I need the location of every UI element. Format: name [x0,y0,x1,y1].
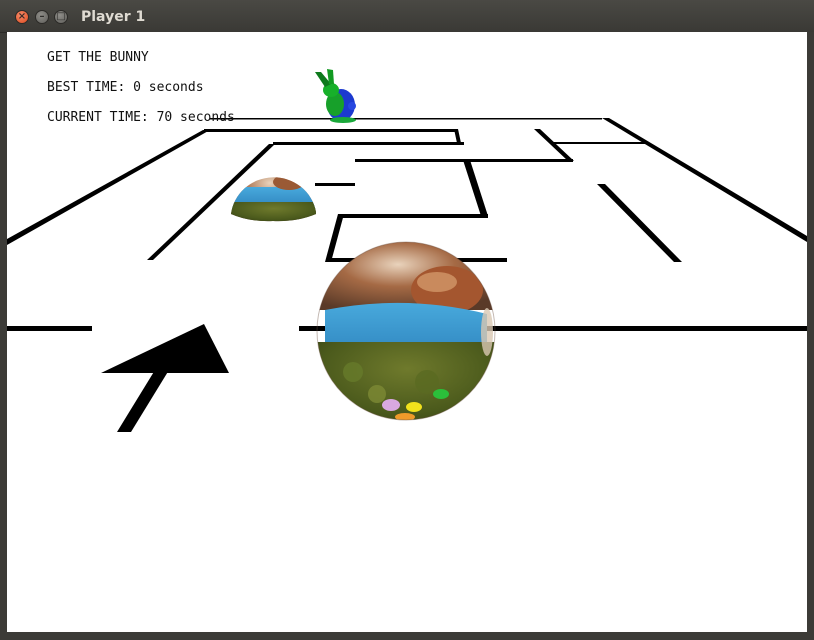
window-border-bottom [0,632,814,640]
bunny-goal-icon [315,69,356,123]
window-titlebar[interactable]: × – □ Player 1 [0,0,814,33]
minimize-icon[interactable]: – [35,10,49,24]
hud-objective: GET THE BUNNY [47,50,149,65]
close-icon[interactable]: × [15,10,29,24]
hud-current-time: CURRENT TIME: 70 seconds [47,110,235,125]
maximize-icon[interactable]: □ [54,10,68,24]
player-ball-icon [316,241,496,421]
game-viewport[interactable]: GET THE BUNNY BEST TIME: 0 seconds CURRE… [7,32,807,632]
near-wall-top [101,324,229,373]
hud-best-time: BEST TIME: 0 seconds [47,80,204,95]
window-title: Player 1 [81,9,146,25]
window-border-right [807,32,814,640]
